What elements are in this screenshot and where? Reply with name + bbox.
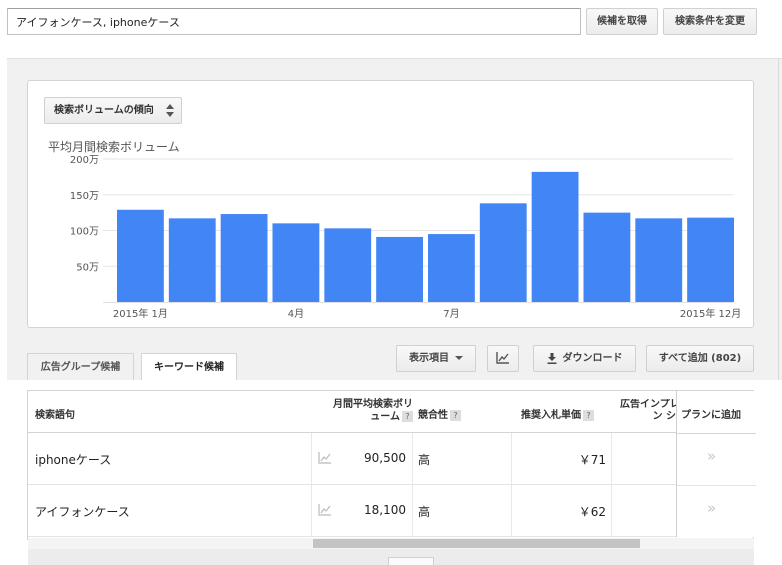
header-monthly-volume[interactable]: 月間平均検索ボリ ューム? [318,399,413,424]
add-keyword-button[interactable]: » [707,447,716,465]
keyword-cell: アイフォンケース [35,505,130,519]
header-add-to-plan: プランに追加 [681,410,741,421]
volume-bar [168,218,216,302]
table-row[interactable]: iphoneケース 90,500 高 ￥71 [28,433,755,485]
caret-down-icon [455,356,463,360]
competition-cell: 高 [418,453,431,467]
add-keyword-button[interactable]: » [707,499,716,517]
add-to-plan-column: プランに追加 » » [676,391,756,537]
column-divider [412,433,413,537]
competition-cell: 高 [418,505,431,519]
search-volume-bar-chart: 50万 100万 150万 200万 2015年 1月 4月 7月 2015年 12月 [70,155,741,320]
table-header: 検索語句 月間平均検索ボリ ューム? 競合性? 推奨入札単価? 広告インプレ ン… [28,391,755,433]
volume-cell: 90,500 [364,451,406,465]
volume-bar [635,218,683,302]
x-tick-label: 7月 [443,308,459,320]
header-keyword[interactable]: 検索語句 [35,406,75,421]
header-impression-line1: 広告インプレ [620,399,676,410]
header-volume-line1: 月間平均検索ボリ [333,399,413,410]
header-competition-label: 競合性 [418,410,448,421]
help-icon[interactable]: ? [450,409,461,421]
x-tick-label: 4月 [288,308,304,320]
header-bid-label: 推奨入札単価 [521,410,581,421]
x-tick-label: 2015年 12月 [680,307,741,320]
download-button[interactable]: ダウンロード [533,345,636,372]
scrollbar-thumb[interactable] [313,539,640,548]
volume-bar [220,214,268,302]
horizontal-scrollbar[interactable] [28,538,754,549]
header-competition[interactable]: 競合性? [418,406,461,421]
volume-bar [531,171,579,302]
y-tick-label: 150万 [70,191,99,202]
volume-bar [117,209,164,302]
add-all-button[interactable]: すべて追加 (802) [646,345,754,372]
tab-keyword-ideas[interactable]: キーワード候補 [141,353,237,381]
volume-bar [376,236,423,302]
download-label: ダウンロード [562,353,623,364]
volume-bar [324,228,372,302]
y-tick-label: 50万 [76,262,99,273]
table-row[interactable]: アイフォンケース 18,100 高 ￥62 [28,485,755,537]
tab-ad-group-ideas[interactable]: 広告グループ候補 [27,353,134,380]
volume-bar [428,234,475,302]
volume-cell: 18,100 [364,503,406,517]
line-chart-icon [496,352,509,364]
y-tick-label: 100万 [70,227,99,238]
header-suggested-bid[interactable]: 推奨入札単価? [521,406,594,421]
search-volume-chart-card: 検索ボリュームの傾向 平均月間検索ボリューム 50万 100万 150万 200万 20… [27,80,754,328]
chart-toggle-button[interactable] [487,345,519,372]
download-icon [547,352,556,364]
bid-cell: ￥71 [578,453,606,467]
volume-bar [583,212,631,302]
column-divider [311,433,312,537]
trend-chart-icon[interactable] [318,504,332,516]
x-tick-label: 2015年 1月 [113,307,168,320]
header-impression-line2: ン シ [652,411,676,422]
volume-bar [687,217,734,302]
trend-chart-icon[interactable] [318,452,332,464]
help-icon[interactable]: ? [583,409,594,421]
keyword-search-input[interactable] [7,8,581,35]
header-volume-line2: ューム [370,411,400,423]
y-tick-label: 200万 [70,155,99,166]
columns-button[interactable]: 表示項目 [396,345,476,372]
keyword-cell: iphoneケース [35,453,112,467]
column-divider [511,433,512,537]
pagination-control[interactable] [388,557,434,565]
keyword-ideas-table: 検索語句 月間平均検索ボリ ューム? 競合性? 推奨入札単価? 広告インプレ ン… [27,390,756,540]
modify-search-button[interactable]: 検索条件を変更 [663,8,757,35]
row-divider [677,485,756,486]
header-ad-impression-share[interactable]: 広告インプレ ン シ [620,399,676,423]
columns-label: 表示項目 [409,353,449,364]
column-divider [611,433,612,537]
volume-bar [272,223,320,302]
get-ideas-button[interactable]: 候補を取得 [586,8,658,35]
help-icon[interactable]: ? [402,411,413,422]
header-divider [677,433,756,434]
volume-bar [479,203,527,302]
bid-cell: ￥62 [578,505,606,519]
top-bar: 候補を取得 検索条件を変更 [0,0,782,46]
